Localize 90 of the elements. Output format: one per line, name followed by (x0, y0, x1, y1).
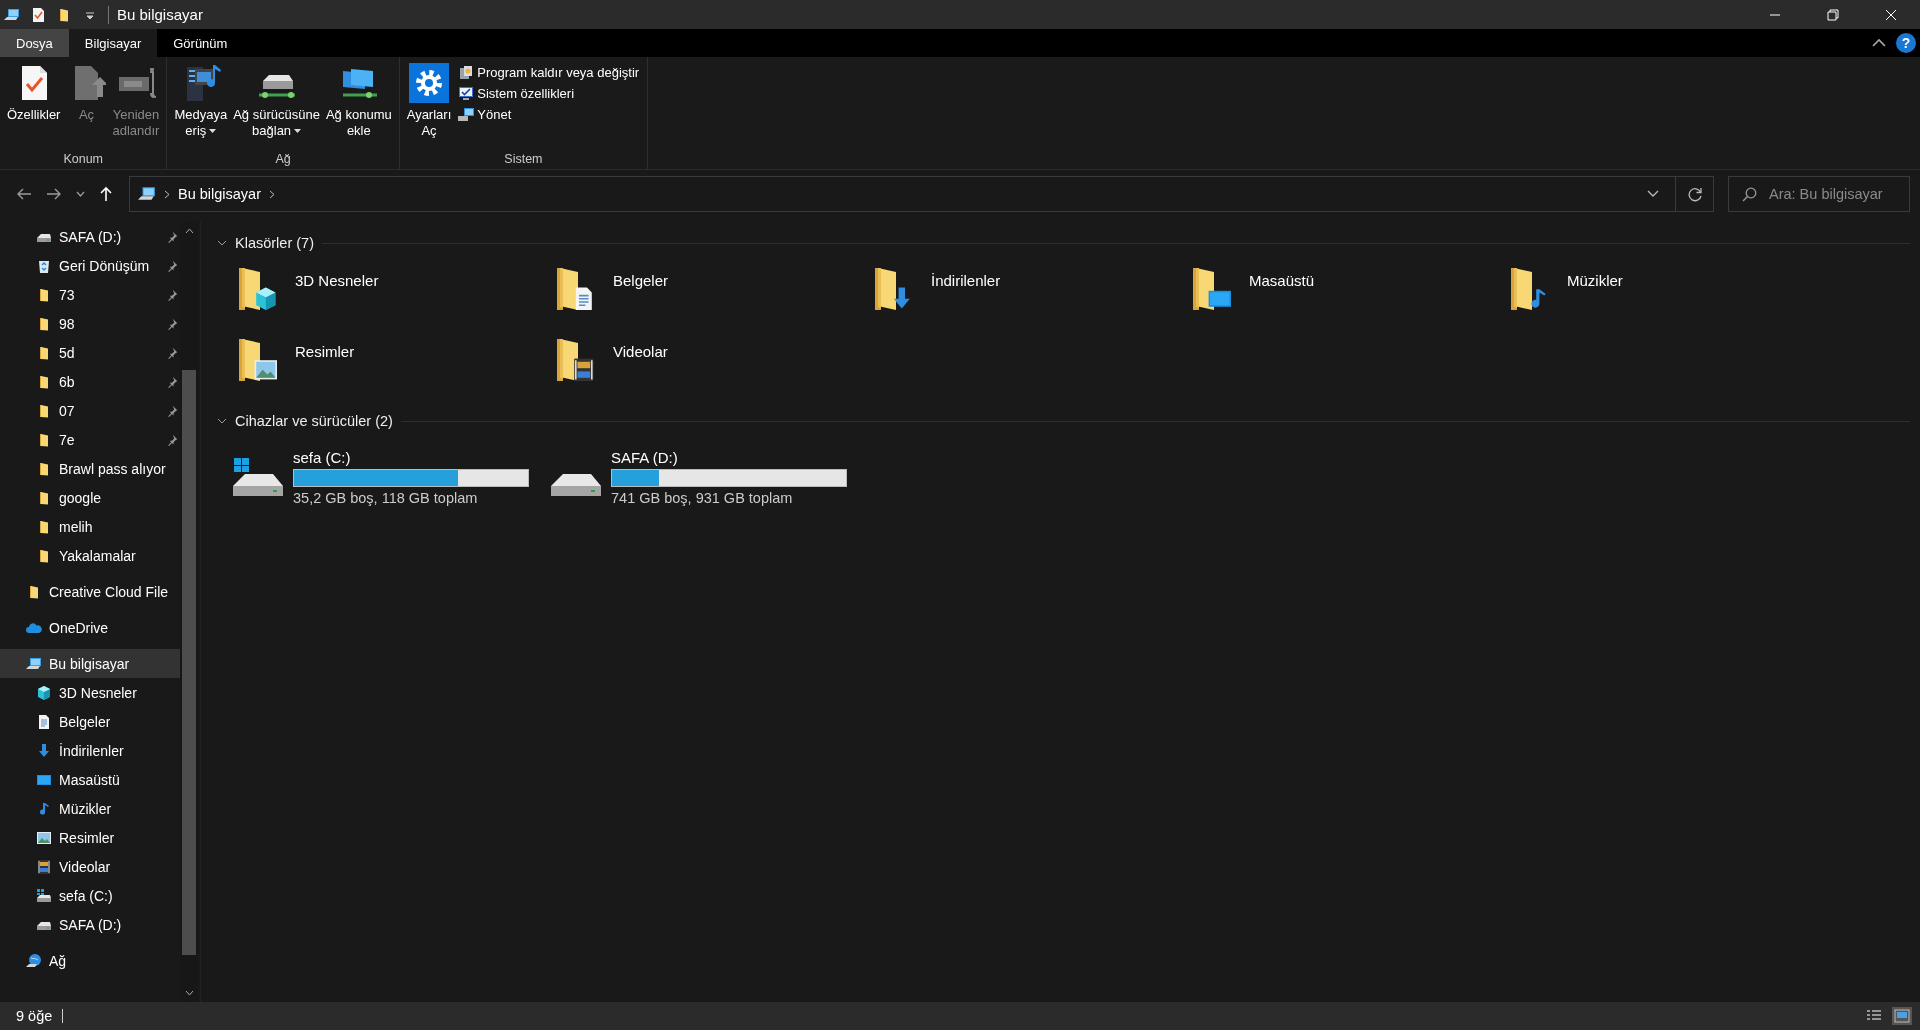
sidebar-item[interactable]: Geri Dönüşüm (0, 251, 180, 280)
document-icon (36, 713, 52, 730)
ribbon-button[interactable]: Ayarları Aç (403, 63, 455, 139)
ribbon-button[interactable]: Özellikler (4, 63, 64, 123)
sidebar-item[interactable]: melih (0, 512, 180, 541)
ribbon-tab[interactable]: Bilgisayar (68, 29, 158, 57)
sidebar-item[interactable]: Müzikler (0, 794, 180, 823)
folder-item[interactable]: Masaüstü (1185, 262, 1503, 333)
back-arrow-icon[interactable] (16, 187, 32, 201)
sidebar-item[interactable]: Brawl pass alıyor (0, 454, 180, 483)
sidebar-item[interactable]: Bu bilgisayar (0, 649, 180, 678)
sidebar-item[interactable]: İndirilenler (0, 736, 180, 765)
sidebar-item[interactable]: Ağ (0, 946, 180, 975)
sidebar-item[interactable]: Resimler (0, 823, 180, 852)
folder-item[interactable]: Resimler (231, 333, 549, 404)
ribbon-small-button[interactable]: Yönet (454, 105, 644, 123)
sidebar-item[interactable]: Masaüstü (0, 765, 180, 794)
collapse-chevron-icon[interactable] (217, 417, 227, 425)
download-arrow-icon (36, 742, 52, 759)
sidebar-item[interactable]: 98 (0, 309, 180, 338)
up-arrow-icon[interactable] (99, 186, 113, 202)
drive-icon (36, 887, 52, 904)
ribbon-button[interactable]: Ağ konumu ekle (322, 63, 395, 139)
manage-icon (458, 106, 475, 122)
ribbon-small-button[interactable]: Sistem özellikleri (454, 84, 644, 102)
properties-icon[interactable] (30, 6, 46, 23)
sidebar-item[interactable]: Creative Cloud File (0, 577, 180, 606)
help-button[interactable]: ? (1896, 33, 1916, 53)
breadcrumb[interactable]: Bu bilgisayar (178, 186, 261, 202)
restore-icon (1827, 8, 1839, 21)
sidebar-item[interactable]: 6b (0, 367, 180, 396)
recent-dropdown-icon[interactable] (76, 191, 85, 197)
search-icon (1742, 187, 1757, 202)
folder-item[interactable]: 3D Nesneler (231, 262, 549, 333)
sidebar-item[interactable]: 07 (0, 396, 180, 425)
sidebar-item[interactable]: Yakalamalar (0, 541, 180, 570)
cube-icon (36, 684, 52, 701)
scroll-up-icon[interactable] (184, 228, 194, 234)
sidebar-item[interactable]: SAFA (D:) (0, 222, 180, 251)
sidebar-item[interactable]: google (0, 483, 180, 512)
sidebar-item[interactable]: 73 (0, 280, 180, 309)
collapse-chevron-icon[interactable] (217, 239, 227, 247)
sidebar-item[interactable]: OneDrive (0, 613, 180, 642)
search-field[interactable]: Ara: Bu bilgisayar (1728, 176, 1910, 212)
system-properties-icon (458, 85, 475, 101)
sidebar-item[interactable]: 7e (0, 425, 180, 454)
folder-item[interactable]: Müzikler (1503, 262, 1821, 333)
film-icon (36, 858, 52, 875)
drive-name[interactable]: sefa (C:) (293, 449, 529, 466)
scroll-down-icon[interactable] (184, 990, 194, 996)
group-label: Sistem (504, 152, 543, 166)
chevron-icon[interactable] (164, 189, 170, 199)
drive-name[interactable]: SAFA (D:) (611, 449, 847, 466)
computer-icon (26, 655, 42, 672)
ribbon-tab[interactable]: Dosya (0, 29, 69, 57)
sidebar-item[interactable]: SAFA (D:) (0, 910, 180, 939)
address-bar[interactable]: Bu bilgisayar (129, 176, 1714, 212)
sidebar-item[interactable]: Belgeler (0, 707, 180, 736)
large-icons-view-icon[interactable] (1892, 1007, 1912, 1025)
ribbon-tab[interactable]: Görünüm (157, 29, 244, 57)
group-label: Konum (63, 152, 104, 166)
ribbon-small-button[interactable]: Program kaldır veya değiştir (454, 63, 644, 81)
folder-item[interactable]: Belgeler (549, 262, 867, 333)
drive-space-text: 35,2 GB boş, 118 GB toplam (293, 490, 479, 506)
computer-icon[interactable] (4, 6, 20, 23)
picture-icon (36, 829, 52, 846)
group-label: Ağ (275, 152, 291, 166)
sidebar-item[interactable]: 3D Nesneler (0, 678, 180, 707)
window-title: Bu bilgisayar (117, 6, 203, 23)
sidebar-item[interactable]: Videolar (0, 852, 180, 881)
forward-arrow-icon[interactable] (46, 187, 62, 201)
chevron-icon[interactable] (269, 189, 275, 199)
close-icon (1885, 8, 1897, 21)
ribbon-button[interactable]: Ağ sürücüsüne bağlan (230, 63, 323, 139)
network-icon (26, 952, 42, 969)
ribbon-button[interactable]: Medyaya eriş (171, 63, 231, 139)
refresh-icon[interactable] (1688, 186, 1703, 202)
settings-icon (409, 63, 449, 103)
program-icon (458, 64, 475, 80)
section-title[interactable]: Cihazlar ve sürücüler (2) (235, 413, 393, 429)
section-title[interactable]: Klasörler (7) (235, 235, 314, 251)
computer-icon (138, 185, 156, 203)
sidebar-item[interactable]: sefa (C:) (0, 881, 180, 910)
folder-item[interactable]: Videolar (549, 333, 867, 404)
drive-space-text: 741 GB boş, 931 GB toplam (611, 490, 794, 506)
history-dropdown-icon[interactable] (1647, 190, 1659, 198)
sidebar-item[interactable]: 5d (0, 338, 180, 367)
folder-item[interactable]: İndirilenler (867, 262, 1185, 333)
item-count: 9 öğe (16, 1009, 64, 1023)
collapse-ribbon-icon[interactable] (1872, 38, 1886, 48)
